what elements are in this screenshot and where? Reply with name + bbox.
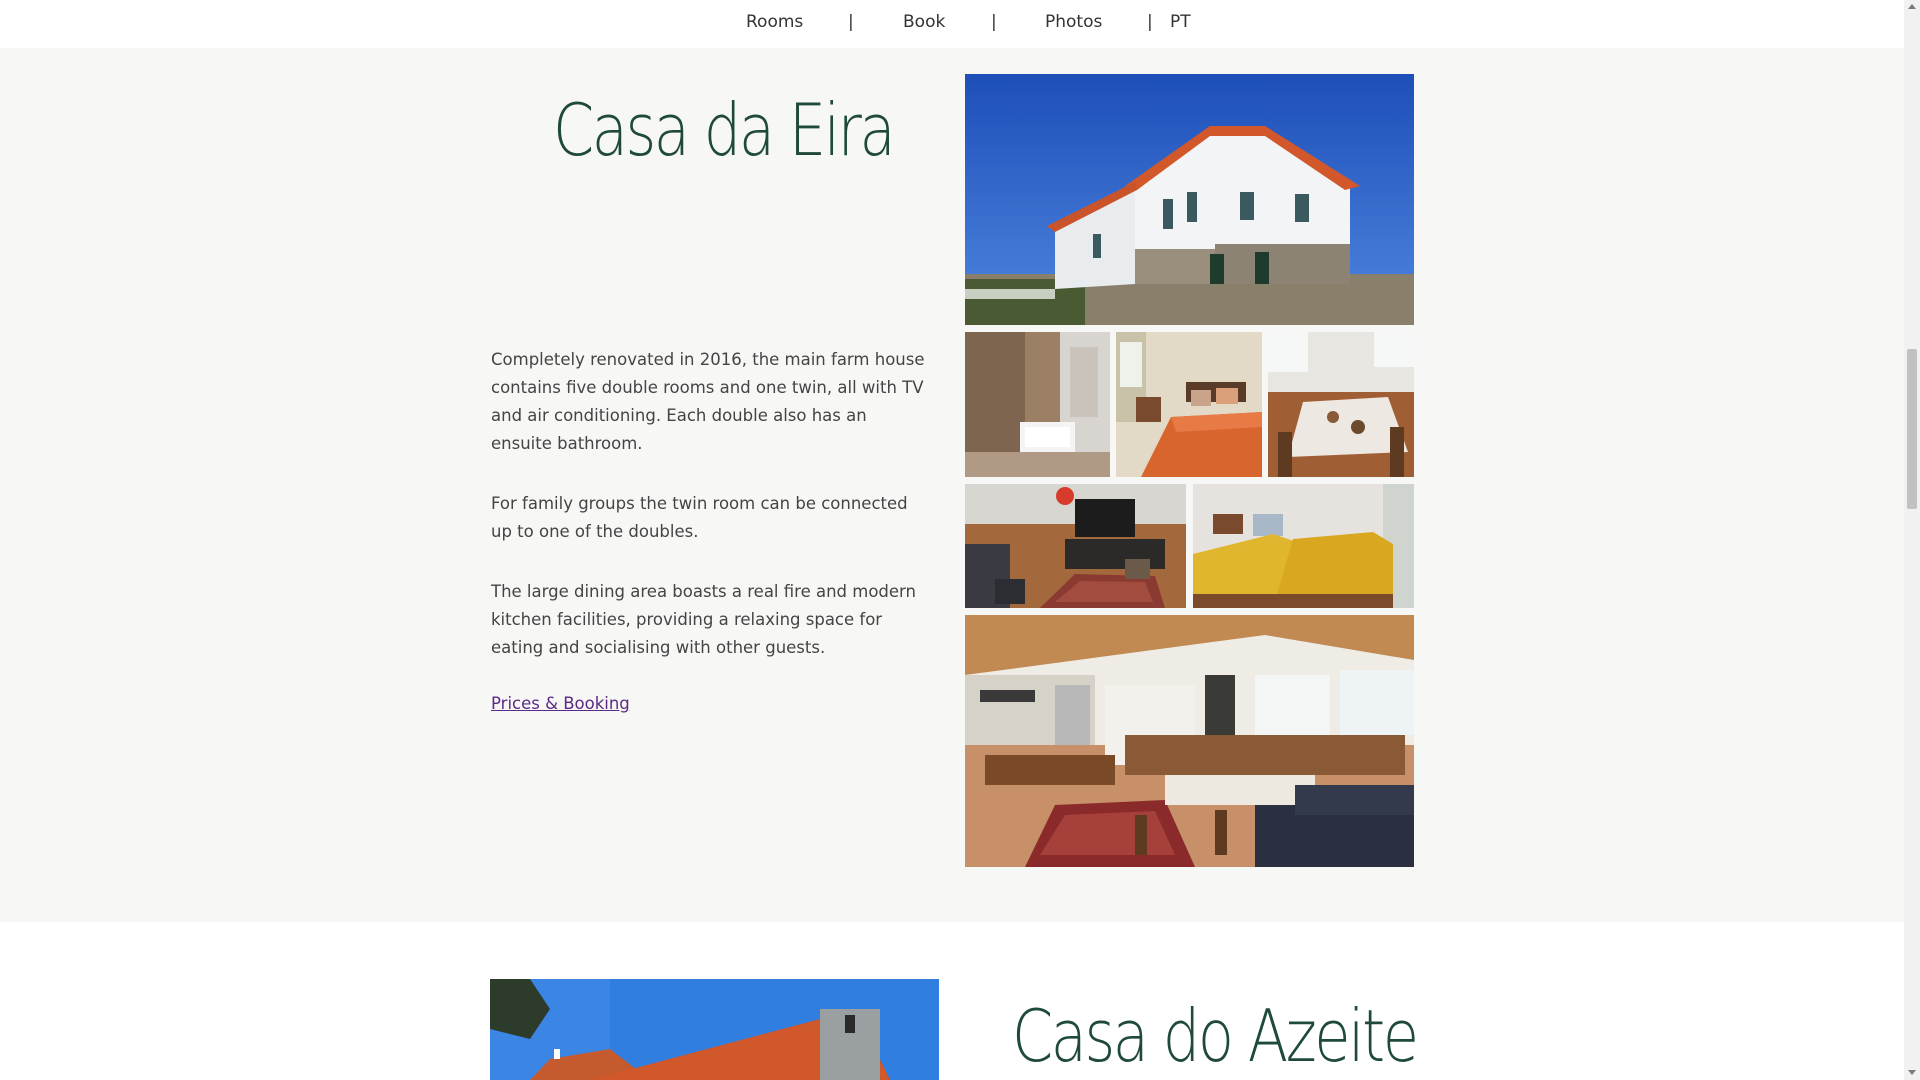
prices-booking-link[interactable]: Prices & Booking [491,694,630,713]
dining-table-photo[interactable] [1268,332,1414,477]
description-paragraph: The large dining area boasts a real fire… [491,582,917,657]
vertical-scrollbar[interactable] [1904,0,1920,1080]
nav-separator: | [991,12,997,32]
dining-kitchen-photo[interactable] [965,615,1414,867]
twin-bedroom-photo[interactable] [1193,484,1414,608]
scrollbar-thumb[interactable] [1907,349,1917,509]
nav-language-link[interactable]: PT [1170,12,1191,32]
description-paragraph: Completely renovated in 2016, the main f… [491,350,925,453]
casa-do-azeite-section [0,922,1904,1080]
house-exterior-photo[interactable] [490,979,939,1080]
section-title: Casa da Eira [553,88,896,172]
living-room-photo[interactable] [965,484,1186,608]
bathroom-photo[interactable] [965,332,1110,477]
casa-da-eira-section [0,48,1904,922]
section-title: Casa do Azeite [1012,994,1419,1078]
scroll-up-arrow-icon[interactable] [1908,4,1916,9]
house-exterior-photo[interactable] [965,74,1414,325]
double-bedroom-photo[interactable] [1116,332,1262,477]
nav-photos-link[interactable]: Photos [1045,12,1102,32]
nav-rooms-link[interactable]: Rooms [746,12,803,32]
description-paragraph: For family groups the twin room can be c… [491,494,908,541]
nav-book-link[interactable]: Book [903,12,945,32]
nav-separator: | [848,12,854,32]
scroll-down-arrow-icon[interactable] [1908,1070,1916,1075]
page: Rooms | Book | Photos | PT Casa da Eira … [0,0,1920,1080]
top-navigation: Rooms | Book | Photos | PT [0,0,1904,48]
nav-separator: | [1147,12,1153,32]
